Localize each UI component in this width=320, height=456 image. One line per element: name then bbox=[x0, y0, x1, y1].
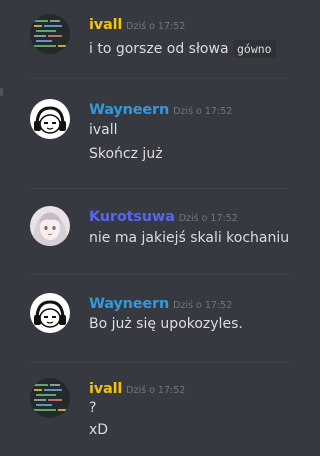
author-name[interactable]: Wayneern bbox=[89, 296, 169, 312]
headphones-character-avatar-icon bbox=[30, 99, 70, 139]
timestamp[interactable]: Dziś o 17:52 bbox=[173, 106, 232, 117]
message-divider bbox=[30, 274, 289, 275]
code-screenshot-avatar-icon bbox=[30, 378, 70, 418]
inline-code: gówno bbox=[232, 40, 276, 58]
message-divider bbox=[30, 188, 289, 189]
message-header: ivall Dziś o 17:52 bbox=[89, 14, 185, 33]
message-text: nie ma jakiejś skali kochaniutk bbox=[89, 230, 289, 246]
message-text: ivall bbox=[89, 122, 118, 138]
message-header: Kurotsuwa Dziś o 17:52 bbox=[89, 206, 238, 225]
message-text: i to gorsze od słowa bbox=[89, 41, 229, 57]
anime-girl-avatar-icon bbox=[30, 206, 70, 246]
message-group: ivall Dziś o 17:52 i to gorsze od słowa g… bbox=[0, 0, 289, 75]
avatar[interactable] bbox=[30, 14, 70, 54]
message-text: ? bbox=[89, 400, 97, 416]
author-name[interactable]: ivall bbox=[89, 381, 122, 397]
headphones-character-avatar-icon bbox=[30, 293, 70, 333]
message-group: Kurotsuwa Dziś o 17:52 nie ma jakiejś ska… bbox=[0, 192, 289, 270]
message-group: Wayneern Dziś o 17:52 Bo już się upokozyl… bbox=[0, 279, 289, 357]
message-text: xD bbox=[89, 422, 109, 438]
message-divider bbox=[30, 78, 289, 79]
avatar[interactable] bbox=[30, 206, 70, 246]
author-name[interactable]: ivall bbox=[89, 17, 122, 33]
message-header: Wayneern Dziś o 17:52 bbox=[89, 99, 232, 118]
avatar[interactable] bbox=[30, 378, 70, 418]
avatar[interactable] bbox=[30, 293, 70, 333]
author-name[interactable]: Kurotsuwa bbox=[89, 209, 175, 225]
timestamp[interactable]: Dziś o 17:52 bbox=[173, 300, 232, 311]
avatar[interactable] bbox=[30, 99, 70, 139]
message-text: Bo już się upokozyles. bbox=[89, 316, 243, 332]
message-header: ivall Dziś o 17:52 bbox=[89, 378, 185, 397]
chat-messages-pane[interactable]: ivall Dziś o 17:52 i to gorsze od słowa g… bbox=[0, 0, 289, 456]
message-divider bbox=[30, 362, 289, 363]
message-content: i to gorsze od słowa gówno bbox=[89, 40, 276, 58]
timestamp[interactable]: Dziś o 17:52 bbox=[126, 385, 185, 396]
timestamp[interactable]: Dziś o 17:52 bbox=[126, 21, 185, 32]
timestamp[interactable]: Dziś o 17:52 bbox=[179, 213, 238, 224]
author-name[interactable]: Wayneern bbox=[89, 102, 169, 118]
message-text: Skończ już bbox=[89, 146, 163, 162]
code-screenshot-avatar-icon bbox=[30, 14, 70, 54]
message-group: Wayneern Dziś o 17:52 ivall Skończ już bbox=[0, 84, 289, 184]
message-group: ivall Dziś o 17:52 ? xD bbox=[0, 366, 289, 456]
message-header: Wayneern Dziś o 17:52 bbox=[89, 293, 232, 312]
